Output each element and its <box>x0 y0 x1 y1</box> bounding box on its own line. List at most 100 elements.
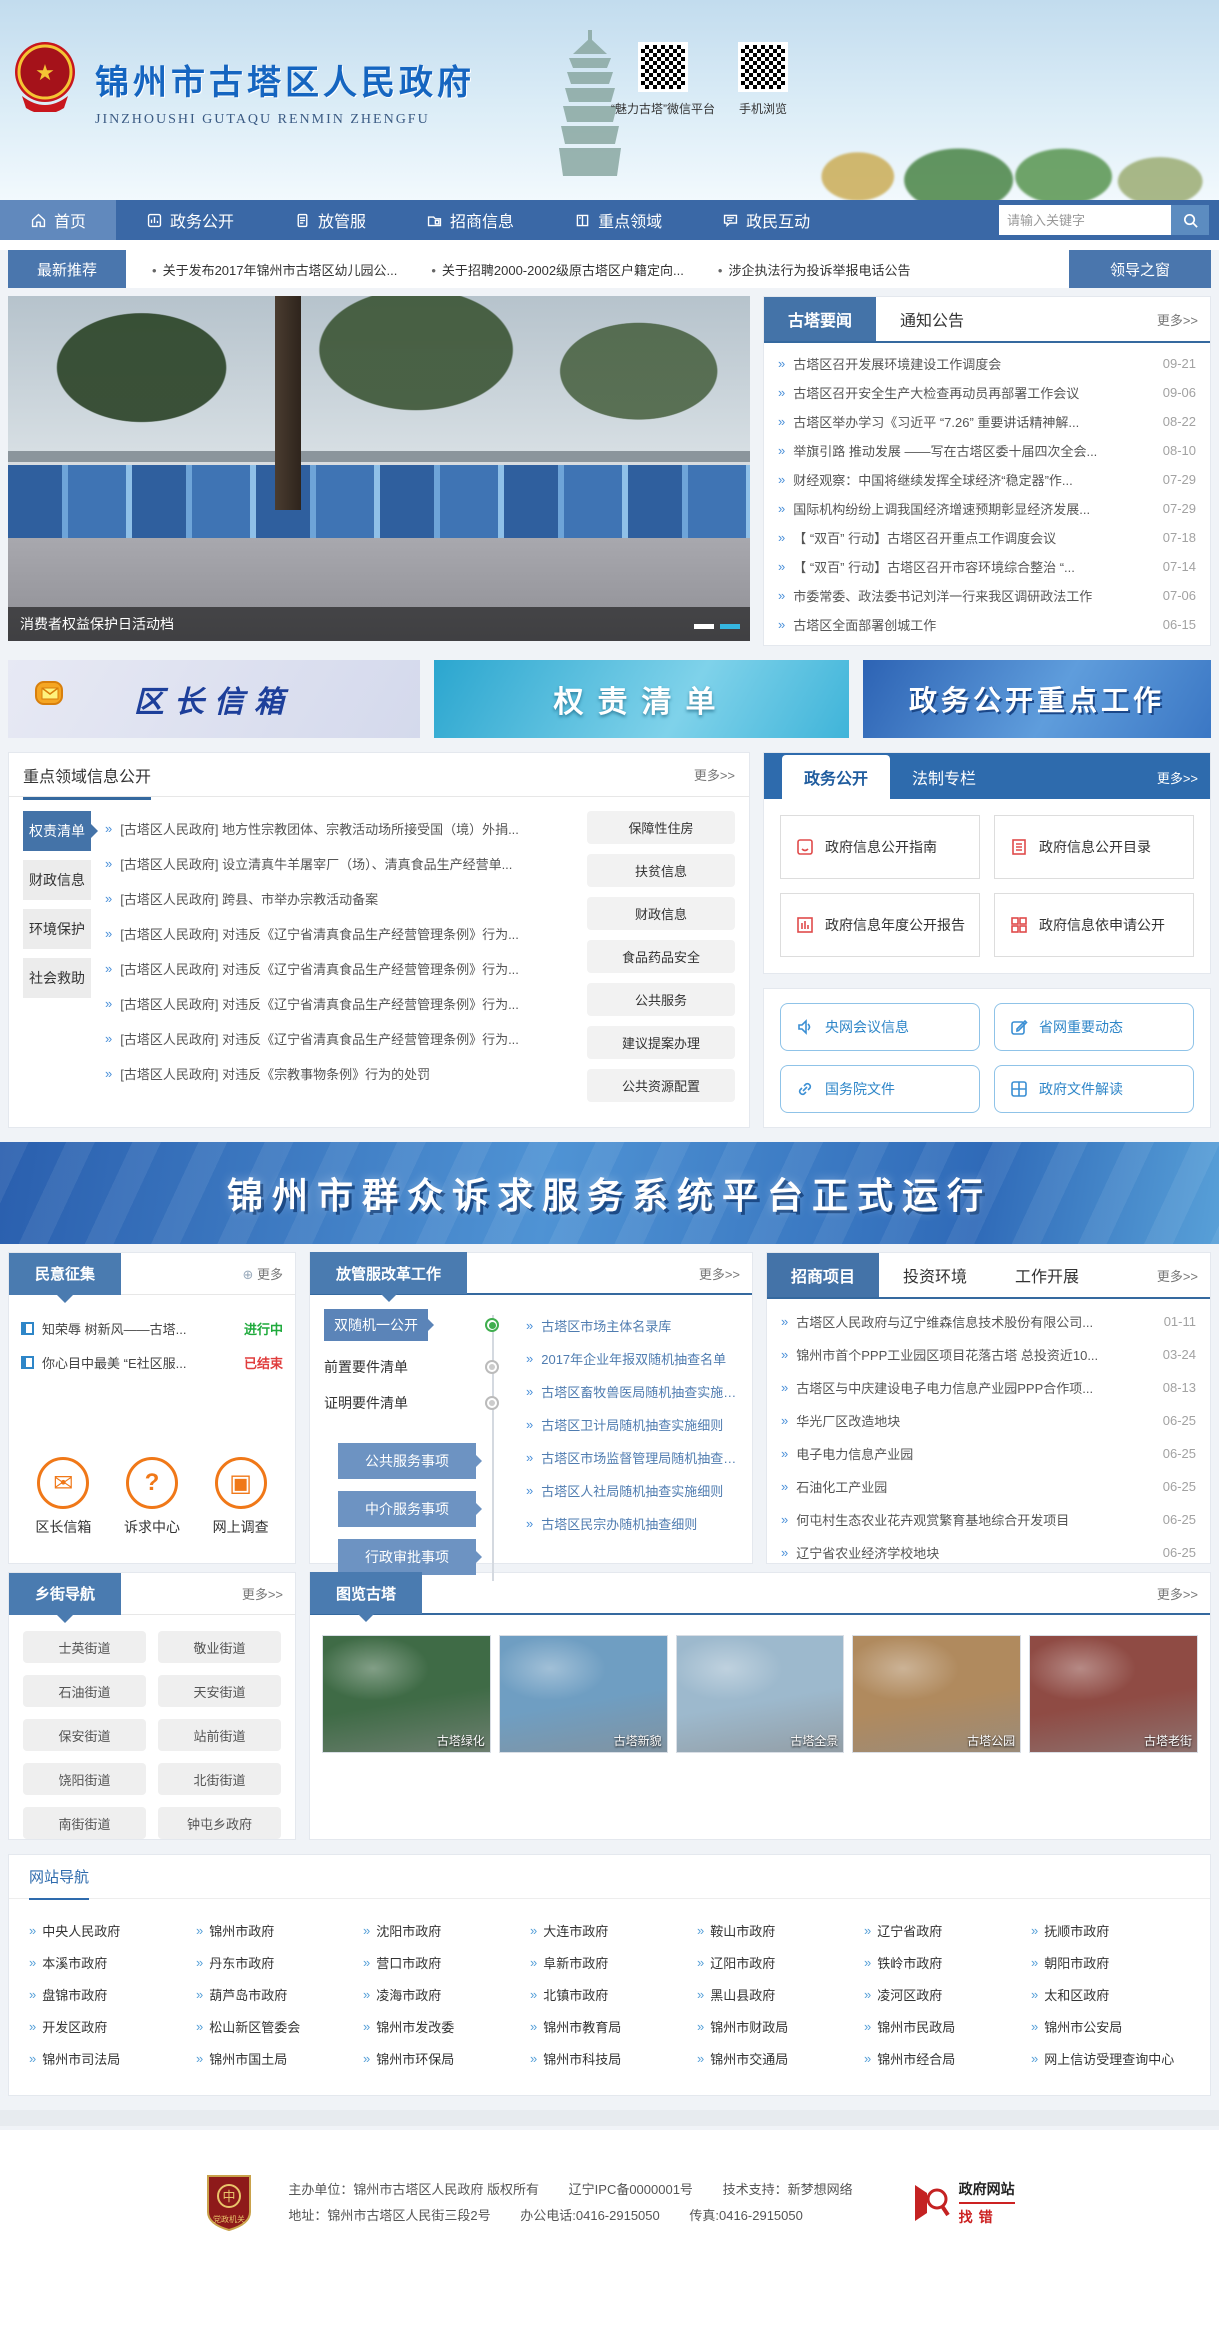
key-areas-item[interactable]: [古塔区人民政府] 地方性宗教团体、宗教活动场所接受国（境）外捐... <box>105 811 573 846</box>
street-button[interactable]: 钟屯乡政府 <box>158 1807 281 1839</box>
street-button[interactable]: 站前街道 <box>158 1719 281 1751</box>
opinion-item[interactable]: 知荣辱 树新风——古塔... 进行中 <box>21 1311 283 1345</box>
opinion-quick-item[interactable]: ? 诉求中心 <box>124 1457 180 1537</box>
street-button[interactable]: 保安街道 <box>23 1719 146 1751</box>
card-annual-report[interactable]: 政府信息年度公开报告 <box>780 893 980 957</box>
key-areas-item[interactable]: [古塔区人民政府] 设立清真牛羊屠宰厂（场）、清真食品生产经营单... <box>105 846 573 881</box>
reform-item[interactable]: 古塔区卫计局随机抽查实施细则 <box>526 1408 742 1441</box>
card-info-guide[interactable]: 政府信息公开指南 <box>780 815 980 879</box>
invest-item[interactable]: 锦州市首个PPP工业园区项目花落古塔 总投资近10... 03-24 <box>781 1338 1196 1371</box>
opinion-title-tab[interactable]: 民意征集 <box>9 1253 121 1295</box>
street-button[interactable]: 士英街道 <box>23 1631 146 1663</box>
sitenav-link[interactable]: 锦州市财政局 <box>697 2011 856 2041</box>
sitenav-link[interactable]: 开发区政府 <box>29 2011 188 2041</box>
invest-more-link[interactable]: 更多>> <box>1157 1266 1210 1285</box>
sitenav-link[interactable]: 盘锦市政府 <box>29 1979 188 2009</box>
sitenav-link[interactable]: 锦州市环保局 <box>363 2043 522 2073</box>
invest-item[interactable]: 古塔区与中庆建设电子电力信息产业园PPP合作项... 08-13 <box>781 1371 1196 1404</box>
sitenav-link[interactable]: 辽阳市政府 <box>697 1947 856 1977</box>
tab-invest-environment[interactable]: 投资环境 <box>879 1253 991 1297</box>
nav-item-invest-info[interactable]: 招商信息 <box>396 200 544 240</box>
reform-item[interactable]: 古塔区畜牧兽医局随机抽查实施细则 <box>526 1375 742 1408</box>
slider-dot[interactable] <box>694 624 714 629</box>
key-areas-item[interactable]: [古塔区人民政府] 对违反《辽宁省清真食品生产经营管理条例》行为... <box>105 951 573 986</box>
sitenav-link[interactable]: 鞍山市政府 <box>697 1915 856 1945</box>
street-button[interactable]: 石油街道 <box>23 1675 146 1707</box>
reform-item[interactable]: 古塔区人社局随机抽查实施细则 <box>526 1474 742 1507</box>
tab-notices[interactable]: 通知公告 <box>876 297 988 341</box>
nav-item-home[interactable]: 首页 <box>0 200 116 240</box>
tab-social-aid[interactable]: 社会救助 <box>23 958 91 998</box>
reform-radio-precondition[interactable]: 前置要件清单 <box>324 1357 480 1377</box>
gallery-photo[interactable]: 古塔新貌 <box>499 1635 668 1753</box>
nav-item-interaction[interactable]: 政民互动 <box>692 200 840 240</box>
opinion-quick-item[interactable]: ▣ 网上调查 <box>213 1457 269 1537</box>
streets-more-link[interactable]: 更多>> <box>242 1584 295 1603</box>
sitenav-link[interactable]: 锦州市公安局 <box>1031 2011 1190 2041</box>
banner-gov-open-key-work[interactable]: 政务公开重点工作 <box>863 660 1211 738</box>
key-areas-item[interactable]: [古塔区人民政府] 跨县、市举办宗教活动备案 <box>105 881 573 916</box>
leader-window-button[interactable]: 领导之窗 <box>1069 250 1211 288</box>
reform-item[interactable]: 古塔区市场监督管理局随机抽查实施细则 <box>526 1441 742 1474</box>
tab-invest-projects[interactable]: 招商项目 <box>767 1253 879 1297</box>
sitenav-link[interactable]: 锦州市交通局 <box>697 2043 856 2073</box>
nav-item-key-areas[interactable]: 重点领域 <box>544 200 692 240</box>
sitenav-link[interactable]: 铁岭市政府 <box>864 1947 1023 1977</box>
button-admin-approval-items[interactable]: 行政审批事项 <box>338 1539 476 1575</box>
opinion-item[interactable]: 你心目中最美 “E社区服... 已结束 <box>21 1345 283 1379</box>
news-item[interactable]: 古塔区召开发展环境建设工作调度会 09-21 <box>778 349 1196 378</box>
sitenav-link[interactable]: 网上信访受理查询中心 <box>1031 2043 1190 2073</box>
tab-guta-news[interactable]: 古塔要闻 <box>764 297 876 341</box>
news-item[interactable]: 古塔区召开安全生产大检查再动员再部署工作会议 09-06 <box>778 378 1196 407</box>
tab-gov-open[interactable]: 政务公开 <box>782 755 890 799</box>
news-item[interactable]: 古塔区举办学习《习近平 “7.26” 重要讲话精神解... 08-22 <box>778 407 1196 436</box>
tab-environment[interactable]: 环境保护 <box>23 909 91 949</box>
news-more-link[interactable]: 更多>> <box>1157 310 1210 329</box>
opinion-more-link[interactable]: 更多 <box>242 1264 295 1283</box>
sitenav-link[interactable]: 锦州市科技局 <box>530 2043 689 2073</box>
link-central-meetings[interactable]: 央网会议信息 <box>780 1003 980 1051</box>
sitenav-link[interactable]: 凌海市政府 <box>363 1979 522 2009</box>
photo-slider[interactable]: 消费者权益保护日活动档 <box>8 296 750 641</box>
search-input[interactable] <box>999 205 1171 235</box>
gallery-photo[interactable]: 古塔绿化 <box>322 1635 491 1753</box>
gallery-photo[interactable]: 古塔全景 <box>676 1635 845 1753</box>
invest-item[interactable]: 辽宁省农业经济学校地块 06-25 <box>781 1536 1196 1569</box>
opinion-quick-item[interactable]: ✉ 区长信箱 <box>35 1457 91 1537</box>
sitenav-link[interactable]: 抚顺市政府 <box>1031 1915 1190 1945</box>
news-item[interactable]: 国际机构纷纷上调我国经济增速预期彰显经济发展... 07-29 <box>778 494 1196 523</box>
gallery-photo[interactable]: 古塔公园 <box>852 1635 1021 1753</box>
sitenav-link[interactable]: 凌河区政府 <box>864 1979 1023 2009</box>
gov-site-error-report-logo[interactable]: 政府网站 找错 <box>913 2179 1015 2227</box>
footer-icp[interactable]: 辽宁IPC备0000001号 <box>569 2182 693 2197</box>
sitenav-link[interactable]: 锦州市发改委 <box>363 2011 522 2041</box>
quick-link-button[interactable]: 公共资源配置 <box>587 1069 735 1102</box>
sitenav-link[interactable]: 锦州市政府 <box>196 1915 355 1945</box>
sitenav-link[interactable]: 阜新市政府 <box>530 1947 689 1977</box>
street-button[interactable]: 饶阳街道 <box>23 1763 146 1795</box>
key-areas-item[interactable]: [古塔区人民政府] 对违反《辽宁省清真食品生产经营管理条例》行为... <box>105 986 573 1021</box>
quick-link-button[interactable]: 公共服务 <box>587 983 735 1016</box>
reform-item[interactable]: 2017年企业年报双随机抽查名单 <box>526 1342 742 1375</box>
invest-item[interactable]: 古塔区人民政府与辽宁维森信息技术股份有限公司... 01-11 <box>781 1305 1196 1338</box>
sitenav-link[interactable]: 葫芦岛市政府 <box>196 1979 355 2009</box>
sitenav-link[interactable]: 锦州市司法局 <box>29 2043 188 2073</box>
quick-link-button[interactable]: 扶贫信息 <box>587 854 735 887</box>
ticker-item[interactable]: 关于发布2017年锦州市古塔区幼儿园公... <box>152 260 397 279</box>
street-button[interactable]: 北街街道 <box>158 1763 281 1795</box>
sitenav-link[interactable]: 沈阳市政府 <box>363 1915 522 1945</box>
reform-title-tab[interactable]: 放管服改革工作 <box>310 1252 467 1294</box>
tab-legal-column[interactable]: 法制专栏 <box>890 755 998 799</box>
sitenav-link[interactable]: 松山新区管委会 <box>196 2011 355 2041</box>
banner-mayor-mailbox[interactable]: 区长信箱 <box>8 660 420 738</box>
invest-item[interactable]: 电子电力信息产业园 06-25 <box>781 1437 1196 1470</box>
search-button[interactable] <box>1171 205 1209 235</box>
reform-more-link[interactable]: 更多>> <box>699 1264 752 1283</box>
invest-item[interactable]: 石油化工产业园 06-25 <box>781 1470 1196 1503</box>
reform-radio-random[interactable]: 双随机一公开 <box>324 1309 480 1341</box>
gallery-title-tab[interactable]: 图览古塔 <box>310 1572 422 1614</box>
sitenav-link[interactable]: 丹东市政府 <box>196 1947 355 1977</box>
link-province-updates[interactable]: 省网重要动态 <box>994 1003 1194 1051</box>
sitenav-link[interactable]: 大连市政府 <box>530 1915 689 1945</box>
button-intermediary-items[interactable]: 中介服务事项 <box>338 1491 476 1527</box>
